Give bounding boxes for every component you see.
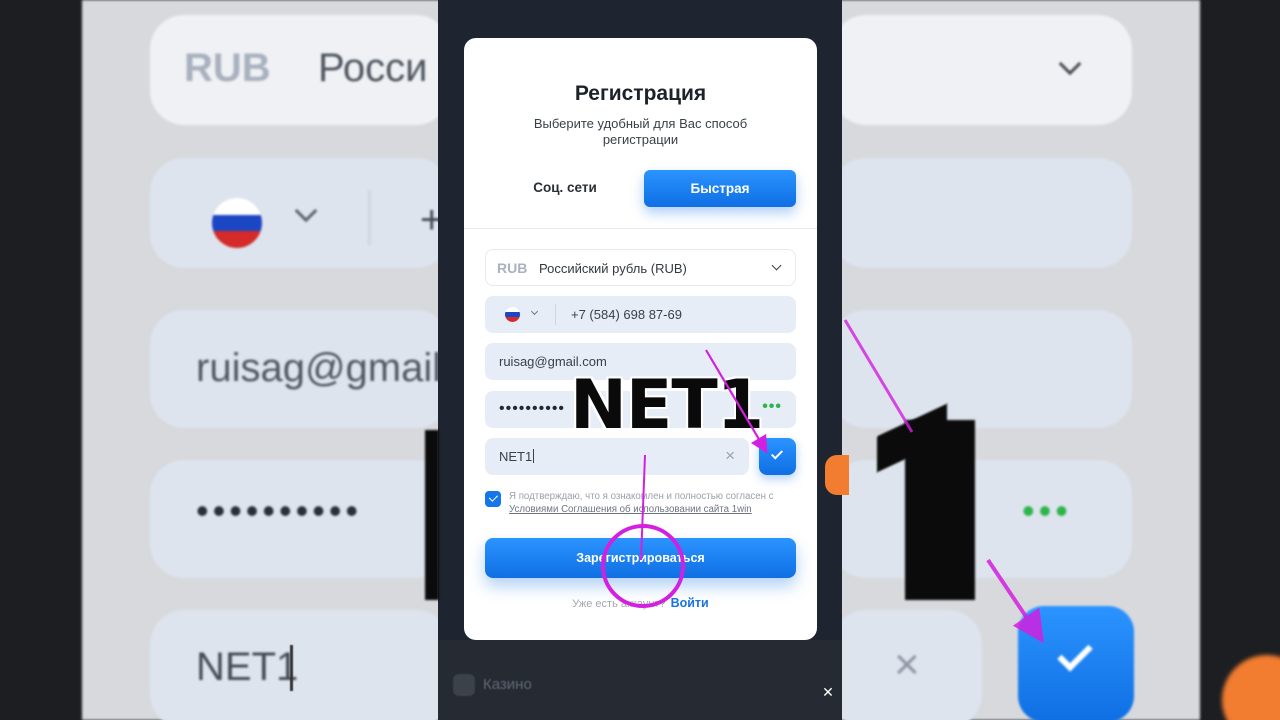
terms-link[interactable]: Условиями Соглашения об использовании са… bbox=[509, 504, 752, 515]
check-icon bbox=[488, 492, 498, 502]
password-input[interactable]: •••••••••• bbox=[499, 400, 565, 418]
password-strength-icon[interactable]: ••• bbox=[762, 398, 782, 416]
phone-separator bbox=[555, 304, 556, 325]
currency-select[interactable]: RUB Российский рубль (RUB) bbox=[485, 249, 796, 286]
bg-currency-code: RUB bbox=[184, 46, 271, 90]
registration-modal: Регистрация Выберите удобный для Вас спо… bbox=[464, 38, 817, 640]
background-left: RUB Росси + ruisag@gmail •••••••••• NET1 bbox=[0, 0, 438, 720]
currency-code: RUB bbox=[497, 260, 528, 276]
login-link[interactable]: Войти bbox=[671, 596, 709, 610]
bg-caret bbox=[290, 645, 293, 691]
bg-phone-row bbox=[842, 158, 1132, 268]
consent-text-body: Я подтверждаю, что я ознакомлен и полнос… bbox=[509, 491, 774, 502]
promo-input[interactable]: NET1 bbox=[499, 449, 534, 464]
modal-subtitle: Выберите удобный для Вас способ регистра… bbox=[533, 116, 748, 147]
modal-title: Регистрация bbox=[574, 82, 707, 105]
country-chevron-icon[interactable] bbox=[530, 307, 539, 316]
russia-flag-icon[interactable] bbox=[505, 307, 520, 322]
bg-phone-row bbox=[150, 158, 438, 268]
bg-confirm-button bbox=[1018, 606, 1134, 720]
bg-currency-row bbox=[842, 15, 1132, 125]
tab-fast[interactable]: Быстрая bbox=[644, 170, 796, 207]
divider bbox=[464, 228, 817, 229]
consent-text: Я подтверждаю, что я ознакомлен и полнос… bbox=[509, 491, 794, 516]
background-right: ••• × bbox=[842, 0, 1280, 720]
login-prompt: Уже есть аккаунт? bbox=[572, 598, 666, 610]
orange-badge bbox=[825, 455, 849, 495]
bg-password-indicator: ••• bbox=[1022, 490, 1072, 531]
promo-confirm-button[interactable] bbox=[759, 438, 796, 475]
casino-icon bbox=[453, 674, 475, 696]
currency-name: Российский рубль (RUB) bbox=[539, 261, 687, 276]
login-row: Уже есть аккаунт? Войти bbox=[464, 596, 817, 610]
bg-flag-icon bbox=[212, 198, 262, 248]
bg-email: ruisag@gmail bbox=[196, 346, 438, 390]
caption-overlay: NET1 bbox=[570, 366, 764, 445]
bg-promo: NET1 bbox=[196, 645, 299, 689]
consent-checkbox[interactable] bbox=[485, 491, 501, 507]
background-caption-stroke bbox=[425, 430, 439, 600]
bg-divider bbox=[368, 190, 371, 245]
register-button[interactable]: Зарегистрироваться bbox=[485, 538, 796, 578]
bg-currency-name: Росси bbox=[318, 46, 428, 90]
casino-tab[interactable]: Казино bbox=[453, 674, 532, 696]
bg-phone-prefix: + bbox=[420, 198, 438, 242]
phone-input[interactable]: +7 (584) 698 87-69 bbox=[571, 307, 682, 322]
bg-orange-badge bbox=[1222, 655, 1280, 720]
phone-field[interactable]: +7 (584) 698 87-69 bbox=[485, 296, 796, 333]
bg-password-row bbox=[842, 460, 1132, 578]
tab-social[interactable]: Соц. сети bbox=[500, 170, 630, 206]
chevron-down-icon bbox=[771, 260, 782, 271]
bg-clear-icon: × bbox=[894, 640, 920, 689]
bg-password-dots: •••••••••• bbox=[196, 490, 363, 531]
close-icon[interactable]: ✕ bbox=[818, 682, 838, 702]
check-icon bbox=[770, 447, 784, 460]
bg-email-row bbox=[842, 310, 1132, 428]
bg-check-icon bbox=[1057, 636, 1093, 672]
clear-icon[interactable]: × bbox=[725, 446, 735, 466]
